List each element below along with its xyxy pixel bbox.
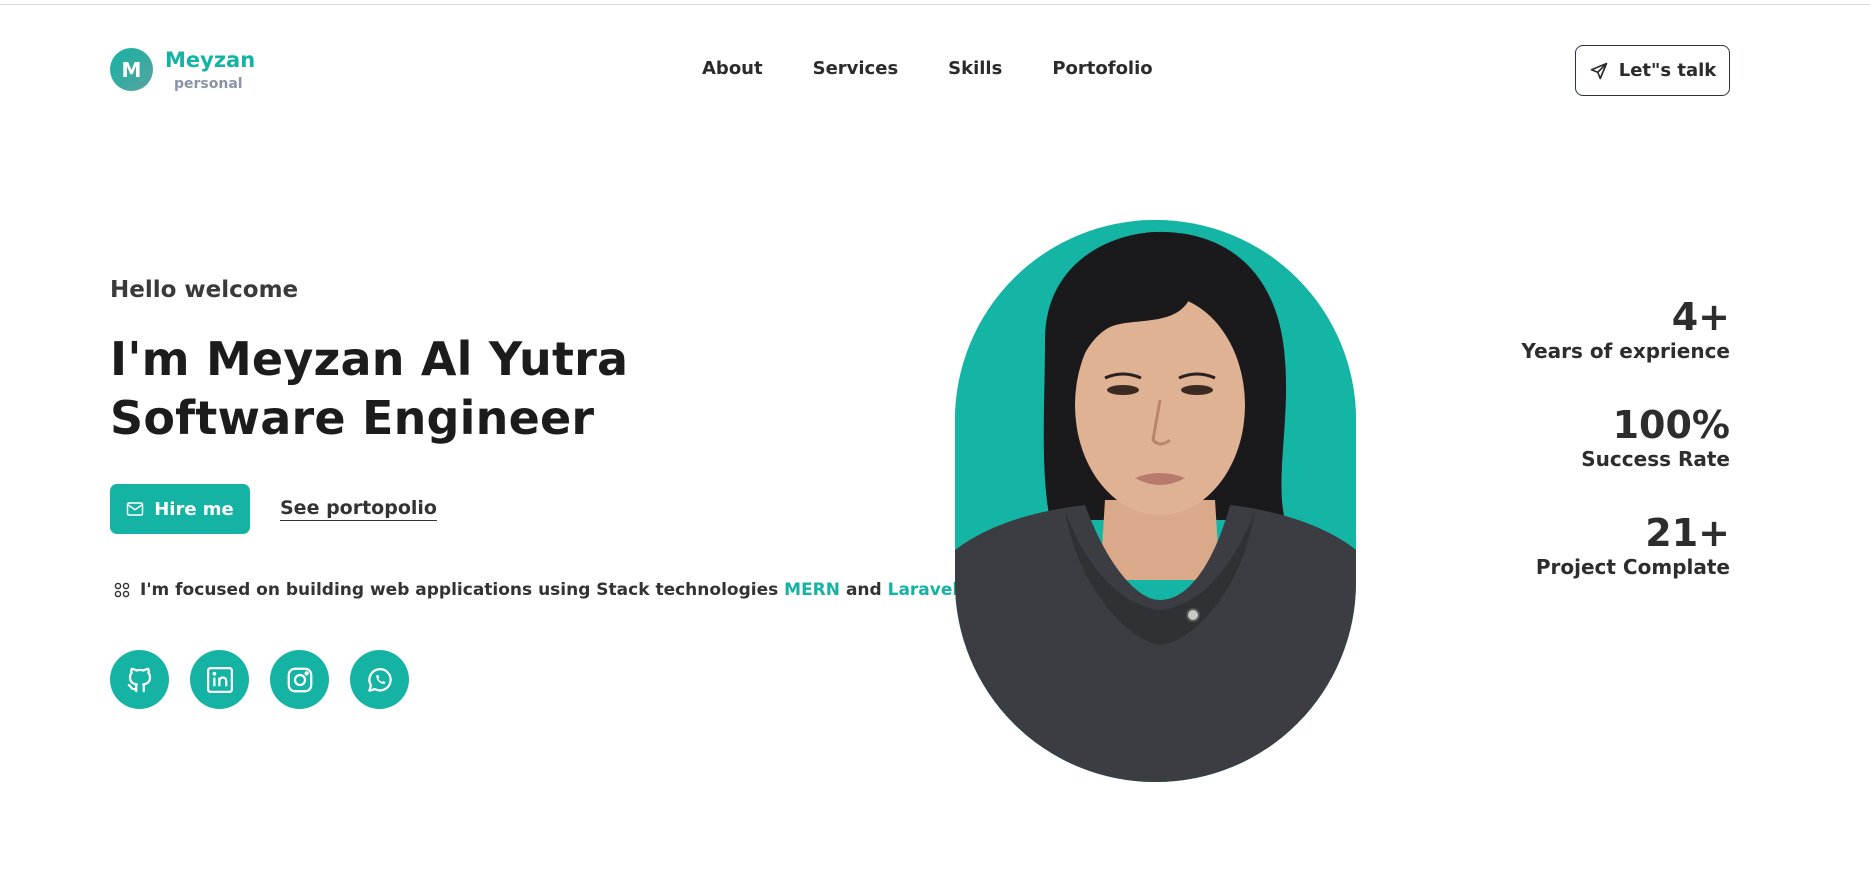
hire-me-button[interactable]: Hire me	[110, 484, 250, 534]
stat-label: Success Rate	[1581, 447, 1730, 471]
mail-icon	[126, 502, 144, 516]
site-header: M Meyzan personal About Services Skills …	[110, 45, 1730, 97]
hire-me-label: Hire me	[154, 498, 234, 520]
stat-value: 21+	[1645, 511, 1730, 555]
nav-item-about[interactable]: About	[702, 58, 763, 79]
nav-item-portofolio[interactable]: Portofolio	[1052, 58, 1152, 79]
focus-statement: I'm focused on building web applications…	[114, 580, 958, 600]
whatsapp-icon	[367, 667, 392, 692]
hero-title-line1: I'm Meyzan Al Yutra	[110, 332, 629, 386]
stat-experience: 4+ Years of exprience	[1521, 296, 1730, 364]
stat-value: 4+	[1671, 295, 1730, 339]
stat-projects: 21+ Project Complate	[1521, 512, 1730, 580]
stat-success: 100% Success Rate	[1521, 404, 1730, 472]
focus-tech-laravel: Laravel	[887, 580, 959, 600]
nav-item-skills[interactable]: Skills	[948, 58, 1002, 79]
stat-label: Project Complate	[1535, 555, 1730, 579]
focus-text: I'm focused on building web applications…	[140, 580, 779, 600]
see-portfolio-link[interactable]: See portopolio	[280, 497, 437, 519]
instagram-button[interactable]	[270, 650, 329, 709]
whatsapp-button[interactable]	[350, 650, 409, 709]
portrait-illustration	[955, 220, 1356, 782]
logo-avatar: M	[110, 48, 153, 91]
brand-logo[interactable]: M Meyzan personal	[110, 48, 255, 92]
focus-and: and	[845, 580, 882, 600]
lets-talk-button[interactable]: Let"s talk	[1575, 45, 1730, 96]
stat-label: Years of exprience	[1521, 339, 1730, 363]
social-links	[110, 650, 430, 709]
profile-photo	[955, 220, 1356, 782]
brand-subtitle: personal	[174, 76, 243, 92]
main-nav: About Services Skills Portofolio	[702, 58, 1203, 79]
linkedin-icon	[206, 666, 233, 693]
hero-title: I'm Meyzan Al Yutra Software Engineer	[110, 330, 628, 448]
linkedin-button[interactable]	[190, 650, 249, 709]
github-button[interactable]	[110, 650, 169, 709]
nav-item-services[interactable]: Services	[813, 58, 899, 79]
hero-title-line2: Software Engineer	[110, 391, 595, 445]
brand-name: Meyzan	[165, 48, 256, 72]
github-icon	[127, 667, 151, 692]
focus-tech-mern: MERN	[784, 580, 841, 600]
lets-talk-label: Let"s talk	[1618, 60, 1717, 81]
stats-panel: 4+ Years of exprience 100% Success Rate …	[1521, 296, 1730, 620]
logo-text: Meyzan personal	[165, 48, 255, 92]
stat-value: 100%	[1612, 403, 1730, 447]
greeting: Hello welcome	[110, 277, 299, 303]
send-icon	[1590, 62, 1608, 79]
grid-icon	[114, 582, 130, 598]
top-divider	[0, 4, 1870, 5]
instagram-icon	[287, 667, 312, 692]
